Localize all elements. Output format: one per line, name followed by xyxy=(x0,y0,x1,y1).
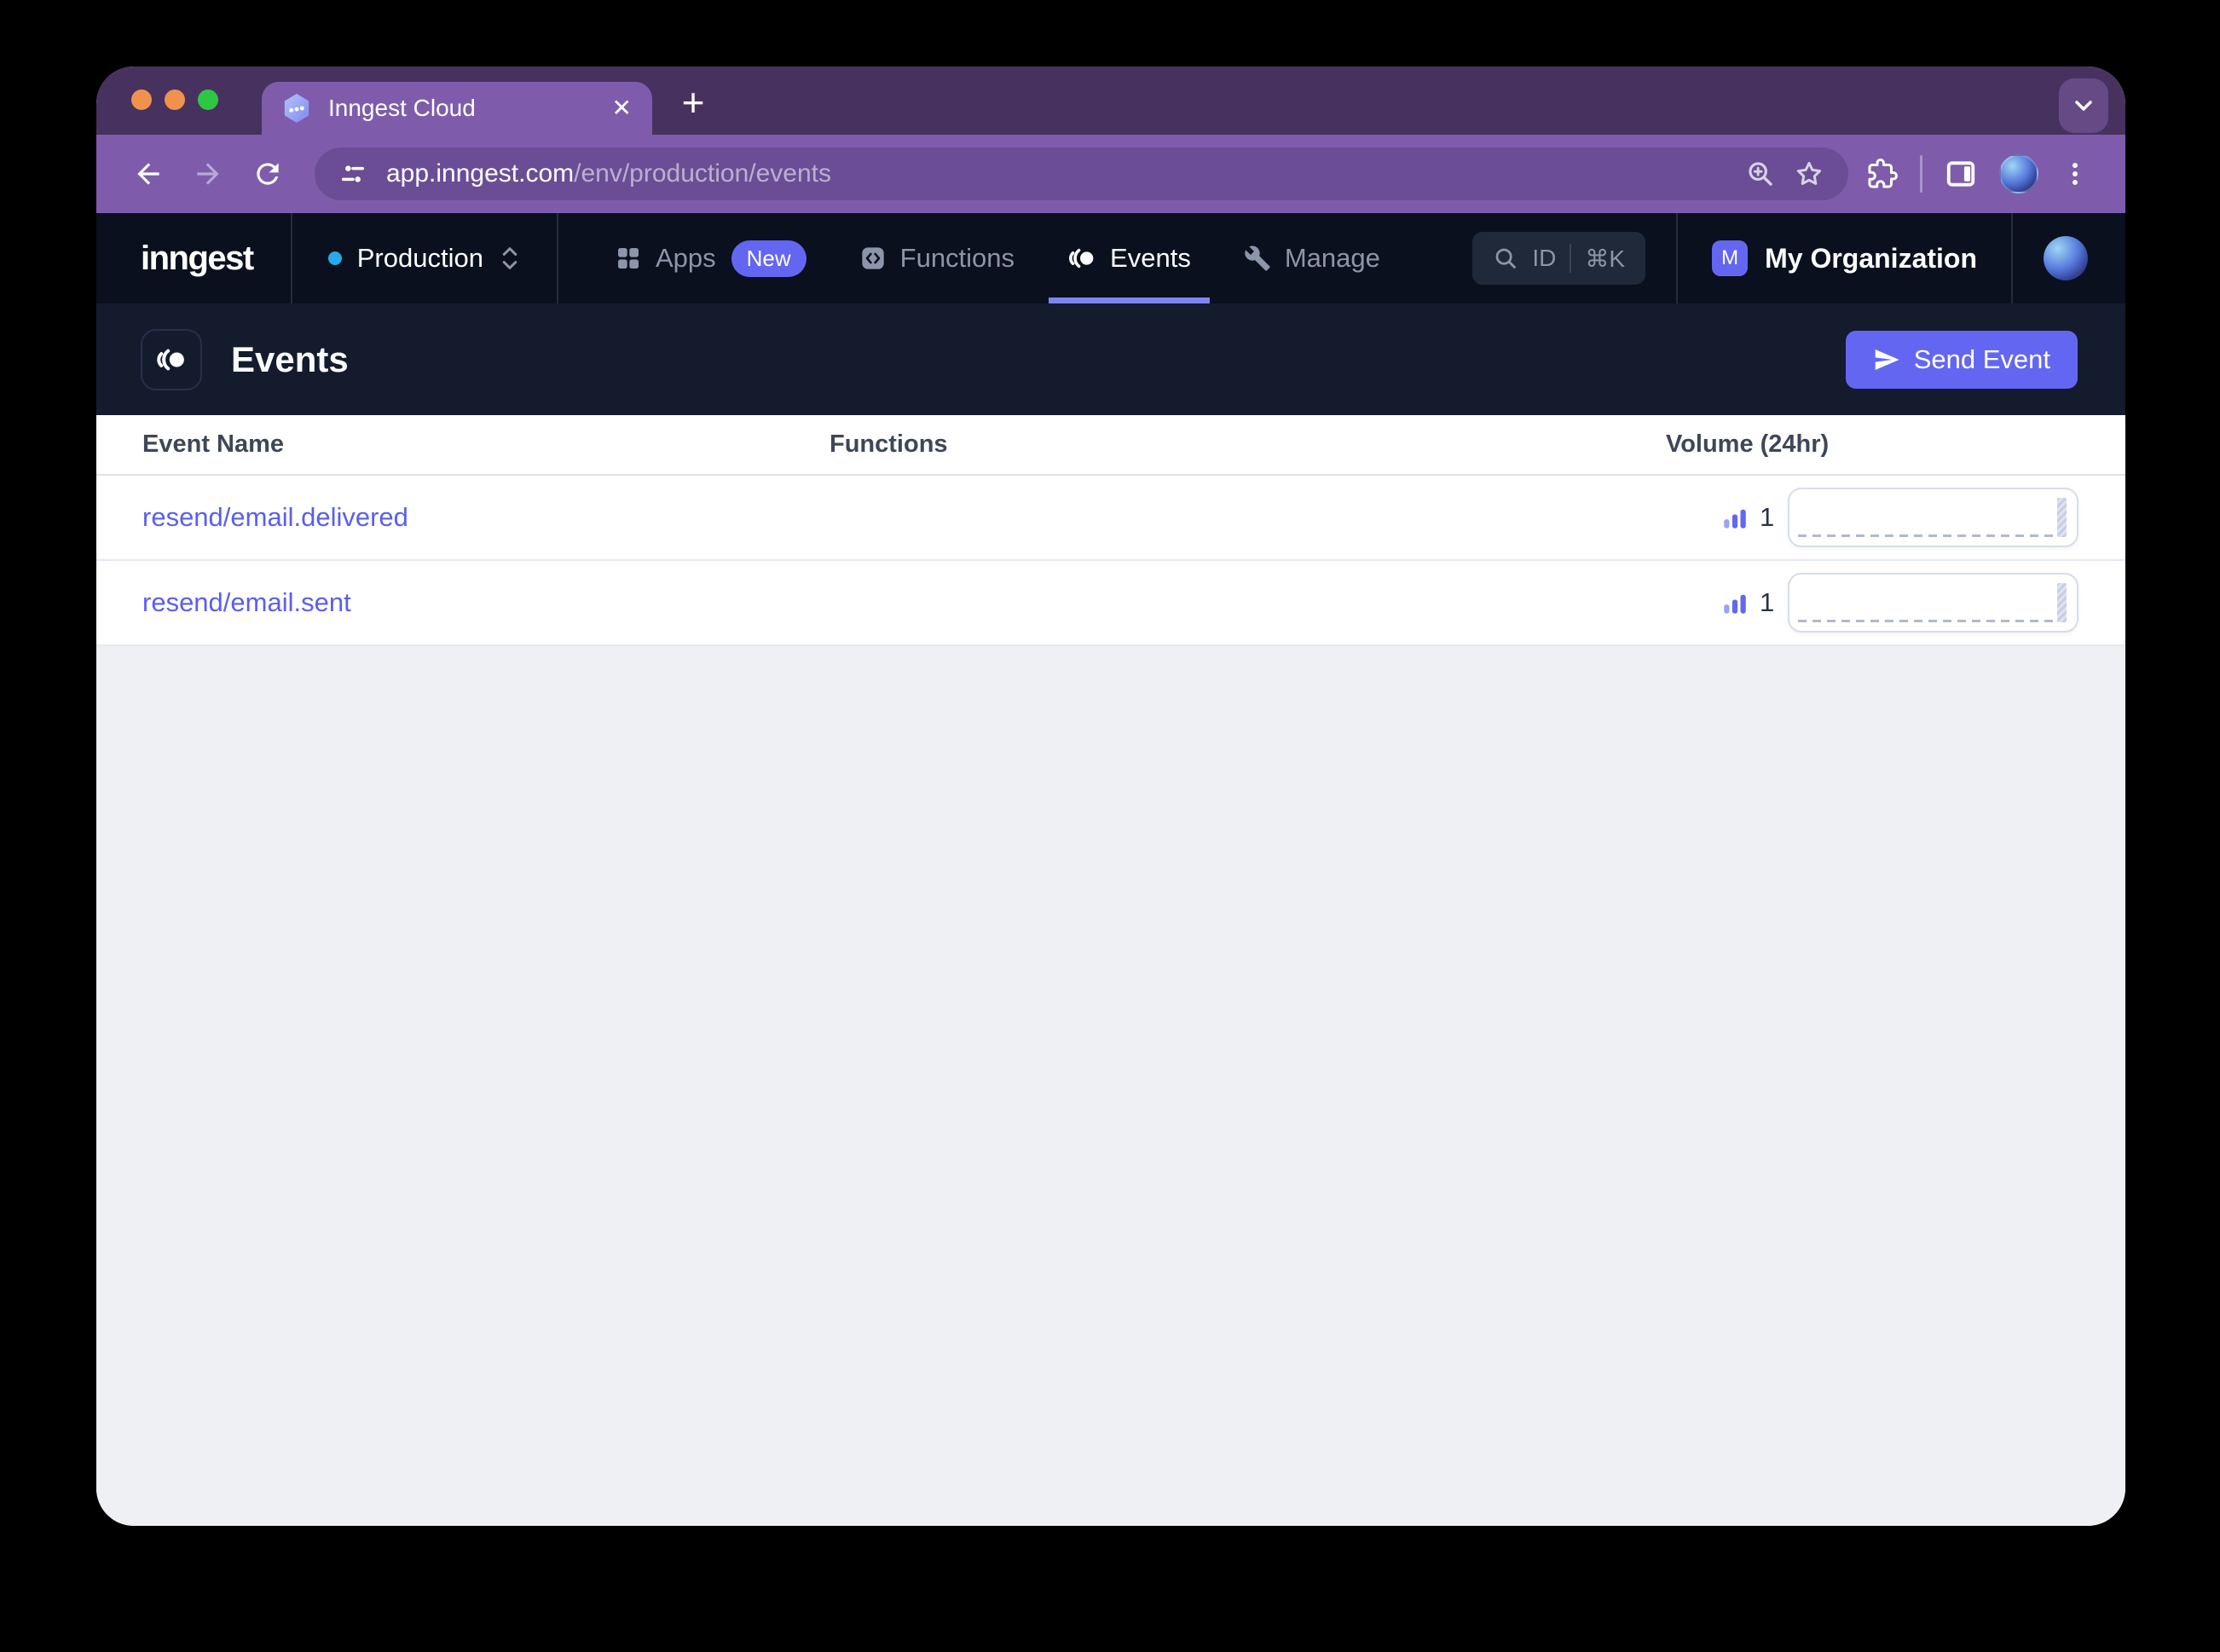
environment-label: Production xyxy=(356,243,483,273)
browser-tab-strip: Inngest Cloud ✕ + xyxy=(96,66,2125,135)
nav-divider xyxy=(556,213,558,303)
volume-cell: 1 xyxy=(1666,488,2125,547)
nav-item-label: Events xyxy=(1110,243,1191,273)
event-name-cell: resend/email.delivered xyxy=(96,502,830,533)
chevron-down-icon xyxy=(2075,101,2092,111)
nav-item-manage[interactable]: Manage xyxy=(1225,213,1399,303)
apps-grid-icon xyxy=(617,248,639,269)
new-tab-button[interactable]: + xyxy=(669,78,717,126)
forward-button[interactable] xyxy=(182,147,234,200)
volume-count: 1 xyxy=(1760,587,1775,617)
reload-icon xyxy=(257,163,279,185)
search-shortcut[interactable]: ID ⌘K xyxy=(1472,232,1646,285)
organization-name: My Organization xyxy=(1765,242,1977,274)
column-header-event-name: Event Name xyxy=(142,430,285,458)
url-host: app.inngest.com xyxy=(386,159,575,188)
extensions-icon[interactable] xyxy=(1867,159,1898,189)
nav-item-label: Functions xyxy=(899,243,1015,273)
volume-sparkline xyxy=(1788,488,2078,547)
page-body-empty-area xyxy=(96,646,2125,1526)
navbar-right-cluster: ID ⌘K M My Organization xyxy=(1472,213,2098,303)
browser-window: Inngest Cloud ✕ + app.inngest.com/env/pr… xyxy=(96,66,2125,1526)
sparkline-bar xyxy=(2057,498,2067,537)
sparkline-baseline xyxy=(1798,620,2055,622)
app-navbar: inngest Production Apps New Functions Ev… xyxy=(96,213,2125,303)
tab-close-icon[interactable]: ✕ xyxy=(612,96,632,120)
page-header: Events Send Event xyxy=(96,303,2125,415)
user-avatar[interactable] xyxy=(2044,236,2088,280)
nav-item-events[interactable]: Events xyxy=(1049,213,1210,303)
event-link[interactable]: resend/email.sent xyxy=(142,587,351,617)
nav-item-label: Manage xyxy=(1284,243,1380,273)
toolbar-divider xyxy=(1920,155,1922,193)
address-bar[interactable]: app.inngest.com/env/production/events xyxy=(315,147,1848,200)
page-icon-box xyxy=(141,328,202,390)
nav-divider xyxy=(2011,213,2013,303)
organization-initial-badge: M xyxy=(1712,240,1749,276)
site-settings-icon[interactable] xyxy=(338,159,367,188)
table-row[interactable]: resend/email.delivered 1 xyxy=(96,476,2125,561)
event-name-cell: resend/email.sent xyxy=(96,587,830,618)
search-shortcut-keys: ⌘K xyxy=(1585,245,1626,272)
column-header-functions: Functions xyxy=(830,430,948,458)
back-arrow-icon xyxy=(137,163,159,185)
send-event-label: Send Event xyxy=(1913,344,2050,374)
table-header: Event Name Functions Volume (24hr) xyxy=(96,415,2125,476)
favicon xyxy=(282,92,311,124)
search-divider xyxy=(1570,244,1572,273)
maximize-window-button[interactable] xyxy=(198,90,218,110)
nav-item-label: Apps xyxy=(655,243,716,273)
search-icon xyxy=(1496,248,1517,269)
browser-profile-avatar[interactable] xyxy=(1999,154,2038,194)
toolbar-right-cluster xyxy=(1867,154,2090,194)
functions-icon xyxy=(861,247,884,269)
environment-status-dot xyxy=(327,251,342,265)
page-title: Events xyxy=(231,338,349,379)
tab-title: Inngest Cloud xyxy=(328,95,476,121)
new-badge: New xyxy=(731,240,806,277)
url-path: /env/production/events xyxy=(574,159,832,188)
back-button[interactable] xyxy=(122,147,175,200)
traffic-lights xyxy=(131,90,218,110)
table-row[interactable]: resend/email.sent 1 xyxy=(96,561,2125,646)
volume-sparkline xyxy=(1788,573,2078,632)
send-icon xyxy=(1875,349,1899,370)
volume-count: 1 xyxy=(1760,502,1775,532)
bookmark-star-icon[interactable] xyxy=(1794,159,1824,189)
event-link[interactable]: resend/email.delivered xyxy=(142,502,408,532)
nav-item-functions[interactable]: Functions xyxy=(841,213,1033,303)
tab-list-button[interactable] xyxy=(2059,78,2108,133)
sparkline-baseline xyxy=(1798,534,2055,537)
environment-selector[interactable]: Production xyxy=(292,213,557,303)
wrench-icon xyxy=(1245,245,1270,271)
forward-arrow-icon xyxy=(197,163,219,185)
browser-toolbar: app.inngest.com/env/production/events xyxy=(96,135,2125,213)
nav-item-apps[interactable]: Apps New xyxy=(596,213,825,303)
side-panel-icon[interactable] xyxy=(1945,158,1977,190)
events-icon xyxy=(157,349,184,370)
inngest-logo[interactable]: inngest xyxy=(141,240,254,278)
column-header-volume: Volume (24hr) xyxy=(1666,430,1830,458)
reload-button[interactable] xyxy=(241,147,294,200)
close-window-button[interactable] xyxy=(131,90,152,110)
nav-items: Apps New Functions Events Manage xyxy=(596,213,1399,303)
url-text[interactable]: app.inngest.com/env/production/events xyxy=(386,159,1727,188)
bar-chart-icon xyxy=(1724,509,1746,529)
events-icon xyxy=(1069,248,1094,269)
zoom-icon[interactable] xyxy=(1746,159,1775,188)
bar-chart-icon xyxy=(1724,594,1746,614)
organization-menu[interactable]: M My Organization xyxy=(1678,240,2011,276)
browser-tab[interactable]: Inngest Cloud ✕ xyxy=(262,82,652,135)
send-event-button[interactable]: Send Event xyxy=(1845,330,2078,389)
chevron-updown-icon xyxy=(502,247,517,269)
active-tab-indicator xyxy=(1049,297,1210,303)
sparkline-bar xyxy=(2057,583,2067,622)
search-label: ID xyxy=(1532,245,1557,271)
browser-menu-icon[interactable] xyxy=(2061,159,2090,188)
minimize-window-button[interactable] xyxy=(165,90,185,110)
volume-cell: 1 xyxy=(1666,573,2125,632)
